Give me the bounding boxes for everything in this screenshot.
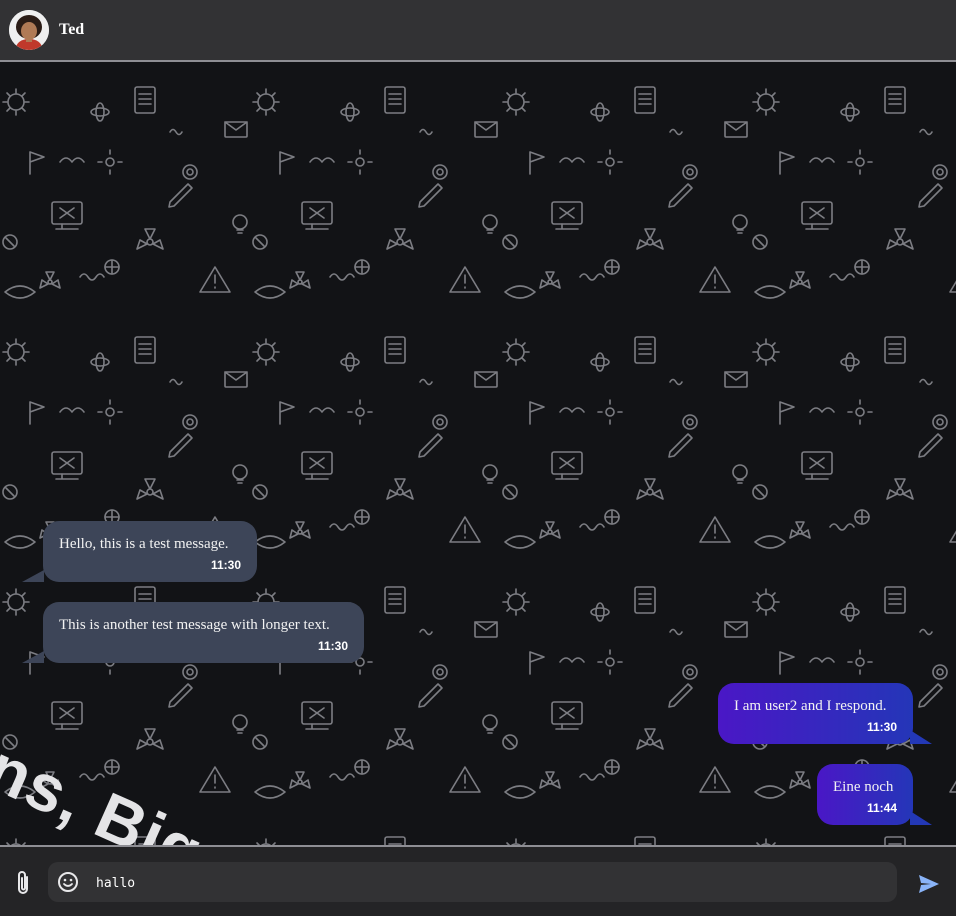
outgoing-message[interactable]: I am user2 and I respond. 11:30 — [718, 683, 913, 744]
message-time: 11:30 — [866, 720, 897, 734]
message-time: 11:30 — [210, 558, 241, 572]
bubble-tail — [22, 651, 44, 663]
paperclip-icon[interactable] — [12, 869, 34, 897]
chat-header: Ted — [0, 0, 956, 62]
bubble-tail — [910, 730, 932, 744]
incoming-message[interactable]: This is another test message with longer… — [43, 602, 364, 663]
message-text: This is another test message with longer… — [59, 617, 330, 633]
message-text: I am user2 and I respond. — [734, 698, 887, 714]
message-list[interactable]: ons, Bigger T Hello, this is a test mess… — [0, 62, 956, 845]
message-time: 11:30 — [317, 639, 348, 653]
avatar[interactable] — [9, 10, 49, 50]
bubble-tail — [910, 811, 932, 825]
message-time: 11:44 — [866, 801, 897, 815]
smiley-icon[interactable] — [57, 871, 79, 893]
send-icon[interactable] — [918, 874, 940, 894]
incoming-message[interactable]: Hello, this is a test message. 11:30 — [43, 521, 257, 582]
message-text: Hello, this is a test message. — [59, 536, 229, 552]
message-input-container — [48, 862, 897, 902]
composer-bar — [0, 845, 956, 916]
message-text: Eine noch — [833, 779, 894, 795]
outgoing-message[interactable]: Eine noch 11:44 — [817, 764, 913, 825]
bubble-tail — [22, 570, 44, 582]
message-input[interactable] — [94, 870, 878, 896]
contact-name: Ted — [59, 21, 85, 38]
